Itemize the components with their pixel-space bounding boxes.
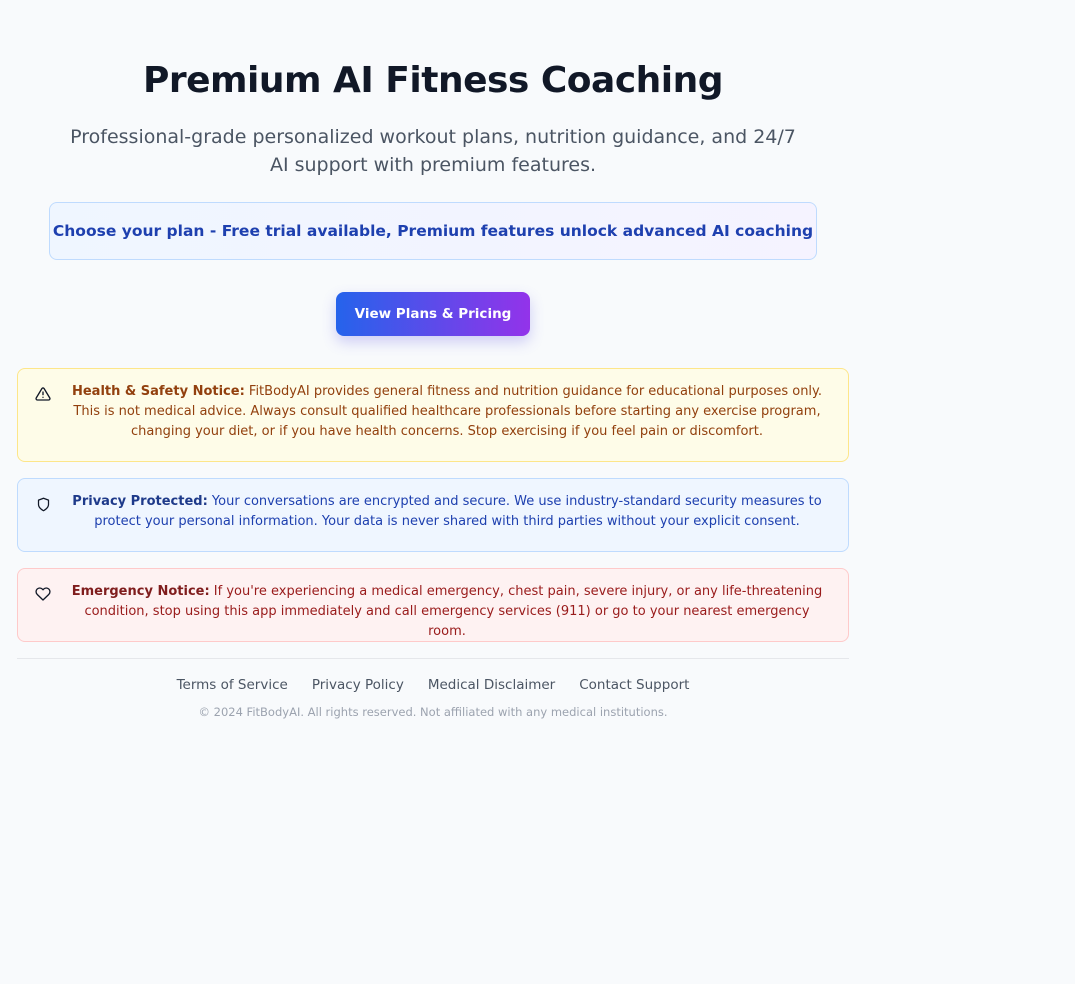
page-subtitle: Professional-grade personalized workout … [70, 126, 796, 176]
heart-icon [34, 585, 52, 603]
view-plans-button[interactable]: View Plans & Pricing [336, 292, 530, 336]
footer-links: Terms of Service Privacy Policy Medical … [17, 676, 849, 694]
warning-triangle-icon [34, 385, 52, 403]
privacy-heading: Privacy Protected: [72, 494, 208, 509]
emergency-text: Emergency Notice: If you're experiencing… [68, 582, 826, 642]
copyright-text: © 2024 FitBodyAI. All rights reserved. N… [198, 705, 668, 719]
plan-info-text: Choose your plan - Free trial available,… [52, 222, 814, 240]
shield-icon [34, 495, 52, 513]
terms-of-service-link[interactable]: Terms of Service [177, 676, 288, 694]
plan-info-banner: Choose your plan - Free trial available,… [49, 202, 817, 260]
health-safety-text: Health & Safety Notice: FitBodyAI provid… [68, 382, 826, 442]
health-safety-heading: Health & Safety Notice: [71, 384, 245, 399]
page-title: Premium AI Fitness Coaching [142, 60, 724, 101]
privacy-notice: Privacy Protected: Your conversations ar… [17, 478, 849, 552]
page: Premium AI Fitness Coaching Professional… [0, 0, 1075, 984]
contact-support-link[interactable]: Contact Support [579, 676, 689, 694]
health-safety-notice: Health & Safety Notice: FitBodyAI provid… [17, 368, 849, 462]
emergency-heading: Emergency Notice: [71, 584, 210, 599]
privacy-policy-link[interactable]: Privacy Policy [312, 676, 404, 694]
emergency-notice: Emergency Notice: If you're experiencing… [17, 568, 849, 642]
footer-divider [17, 658, 849, 659]
medical-disclaimer-link[interactable]: Medical Disclaimer [428, 676, 555, 694]
privacy-text: Privacy Protected: Your conversations ar… [68, 492, 826, 532]
